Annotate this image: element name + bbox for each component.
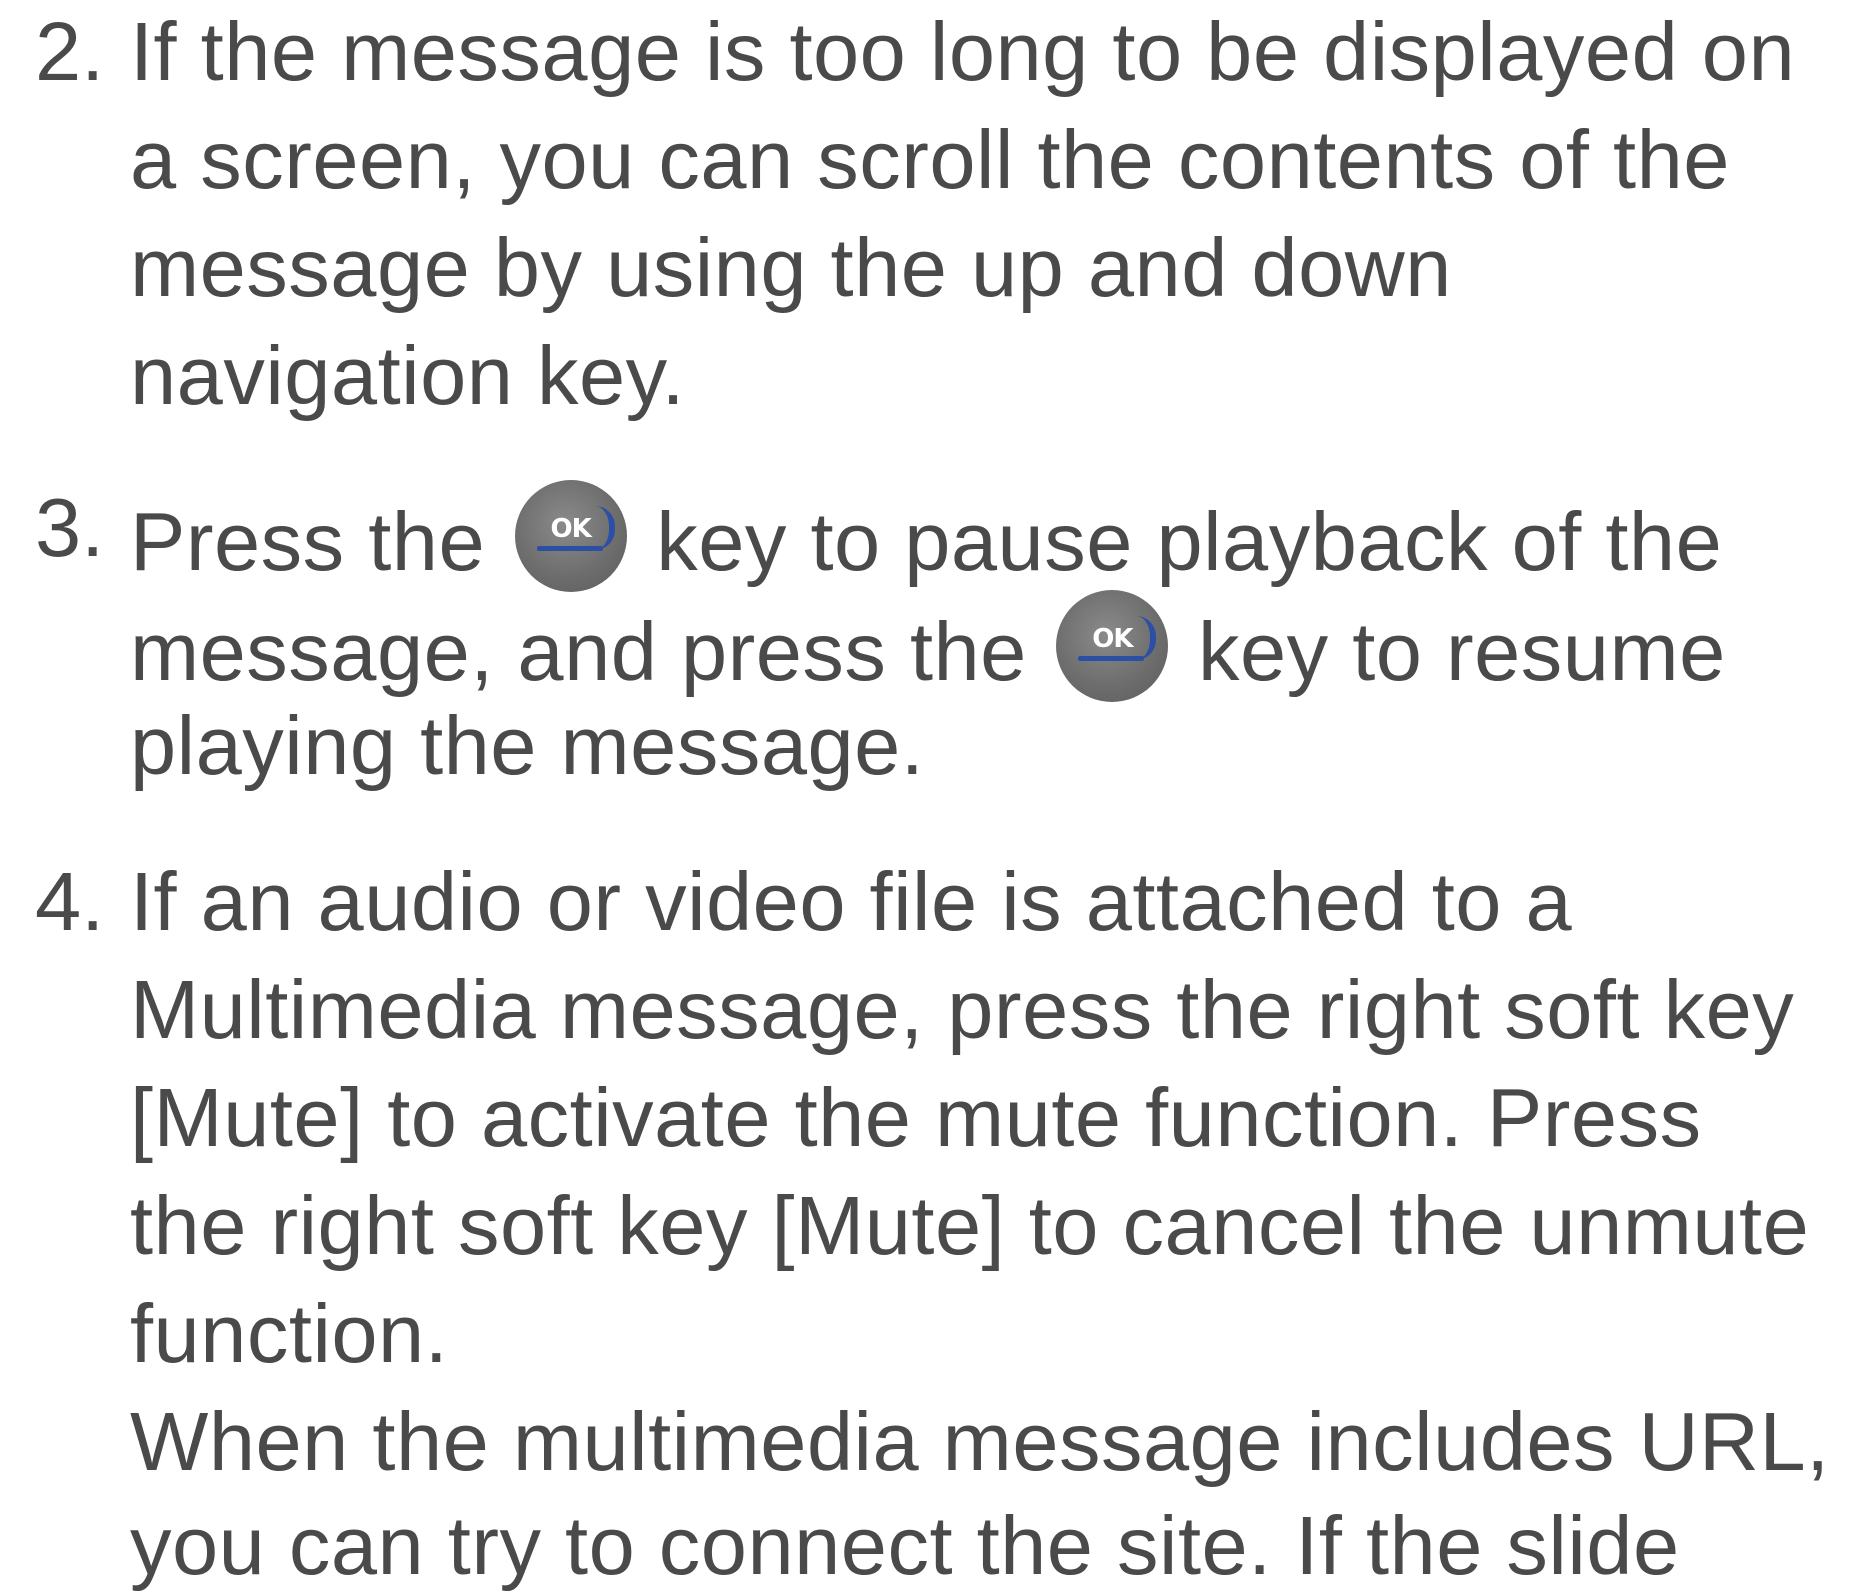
item-2-line-2: a screen, you can scroll the contents of… [130,113,1730,206]
item-4-line-4: the right soft key [Mute] to cancel the … [130,1179,1810,1272]
item-2-line-4: navigation key. [130,329,686,422]
item-3-number: 3. [35,481,105,574]
item-3-line-1-after: key to pause playback of the [656,495,1723,588]
manual-page: 2. If the message is too long to be disp… [0,0,1854,1592]
item-2-line-1: If the message is too long to be display… [130,5,1796,98]
item-4-line-5: function. [130,1287,449,1380]
item-4-line-7: you can try to connect the site. If the … [130,1499,1680,1592]
item-2-line-3: message by using the up and down [130,221,1452,314]
item-4-line-6: When the multimedia message includes URL… [130,1395,1830,1488]
ok-key-icon: OK [1056,590,1169,702]
item-4-line-3: [Mute] to activate the mute function. Pr… [130,1071,1702,1164]
item-2-number: 2. [35,5,105,98]
item-3-line-1: Press the OK key to pause playback of th… [130,480,1722,592]
item-4-line-1: If an audio or video file is attached to… [130,855,1573,948]
item-4-line-2: Multimedia message, press the right soft… [130,963,1795,1056]
item-3-line-1-before: Press the [130,495,486,588]
item-3-line-3: playing the message. [130,699,925,792]
item-3-line-2: message, and press the OK key to resume [130,590,1726,702]
item-4-number: 4. [35,855,105,948]
item-3-line-2-before: message, and press the [130,605,1027,698]
ok-key-icon: OK [514,480,627,592]
item-3-line-2-after: key to resume [1197,605,1726,698]
